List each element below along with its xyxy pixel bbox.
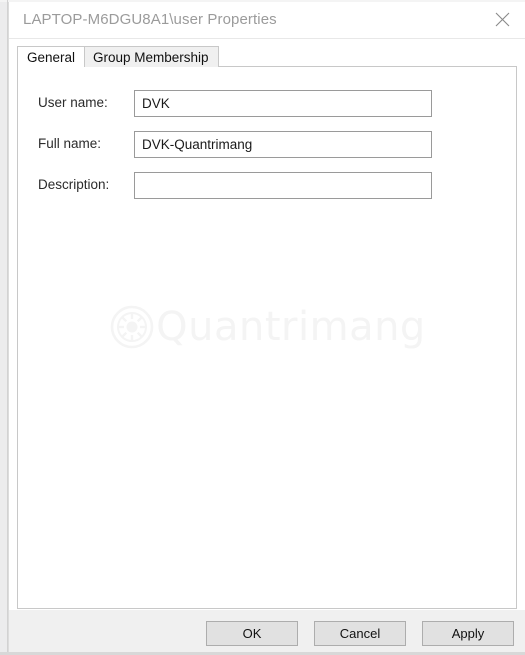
- field-row-description: Description:: [18, 172, 516, 200]
- close-icon: [495, 12, 510, 27]
- cancel-button[interactable]: Cancel: [314, 621, 406, 646]
- field-row-user-name: User name:: [18, 90, 516, 118]
- close-button[interactable]: [480, 2, 525, 37]
- tab-strip: General Group Membership: [9, 39, 525, 67]
- full-name-input[interactable]: [134, 131, 432, 158]
- general-tab-panel: User name: Full name: Description:: [17, 66, 517, 609]
- dialog-footer: OK Cancel Apply: [9, 610, 525, 653]
- description-label: Description:: [38, 177, 110, 192]
- title-bar: LAPTOP-M6DGU8A1\user Properties: [9, 2, 525, 39]
- tab-general[interactable]: General: [17, 46, 86, 67]
- user-properties-dialog: LAPTOP-M6DGU8A1\user Properties General …: [8, 2, 525, 653]
- apply-button[interactable]: Apply: [422, 621, 514, 646]
- quantrimang-gear-logo-icon: [110, 305, 154, 349]
- field-row-full-name: Full name:: [18, 131, 516, 159]
- window-title: LAPTOP-M6DGU8A1\user Properties: [23, 11, 277, 28]
- full-name-label: Full name:: [38, 136, 102, 151]
- selected-tab-underlap: [18, 66, 81, 68]
- description-input[interactable]: [134, 172, 432, 199]
- user-name-label: User name:: [38, 95, 108, 110]
- watermark-text: Quantrimang: [156, 304, 426, 350]
- tab-group-membership[interactable]: Group Membership: [83, 46, 219, 67]
- watermark: Quantrimang: [18, 292, 516, 362]
- ok-button[interactable]: OK: [206, 621, 298, 646]
- user-name-input[interactable]: [134, 90, 432, 117]
